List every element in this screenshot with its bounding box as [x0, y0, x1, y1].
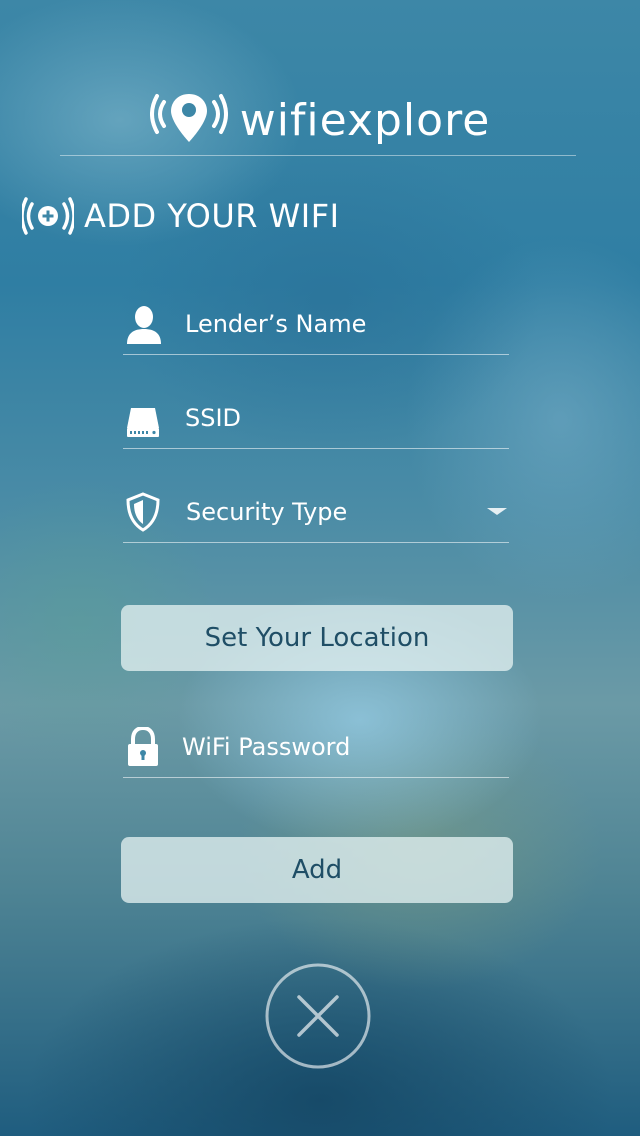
lender-name-input[interactable]	[185, 304, 485, 344]
security-type-label: Security Type	[186, 498, 348, 526]
lender-name-field	[123, 298, 509, 355]
person-icon	[127, 306, 161, 344]
app-logo: wifiexplore	[0, 88, 640, 152]
set-location-button[interactable]: Set Your Location	[121, 605, 513, 671]
header-divider	[60, 155, 576, 156]
ssid-input[interactable]	[185, 398, 485, 438]
shield-icon	[126, 492, 160, 532]
close-button[interactable]	[265, 963, 371, 1069]
close-icon	[265, 963, 371, 1069]
wifi-password-input[interactable]	[182, 727, 482, 767]
router-icon	[127, 408, 159, 437]
section-title: ADD YOUR WIFI	[84, 197, 340, 235]
wifi-pin-icon	[149, 94, 228, 142]
lock-icon	[128, 727, 158, 766]
ssid-field	[123, 392, 509, 449]
add-wifi-icon	[22, 197, 74, 235]
section-heading: ADD YOUR WIFI	[22, 192, 340, 240]
add-button[interactable]: Add	[121, 837, 513, 903]
wifi-password-field	[123, 721, 509, 778]
app-name: wifiexplore	[239, 94, 491, 146]
security-type-dropdown[interactable]: Security Type	[123, 486, 509, 543]
chevron-down-icon	[487, 508, 507, 515]
